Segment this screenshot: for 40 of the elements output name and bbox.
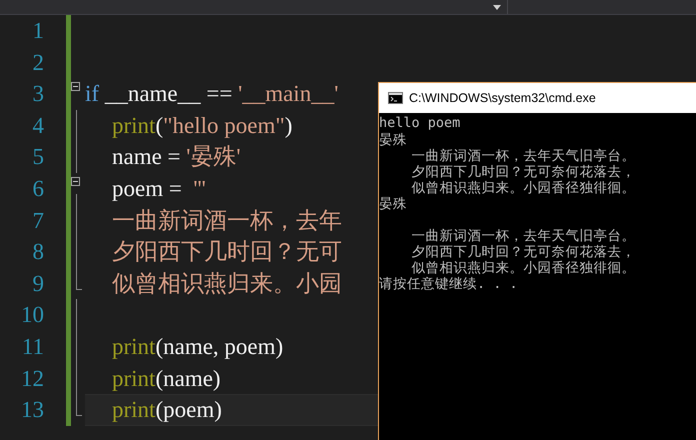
- collapse-icon[interactable]: [71, 82, 80, 92]
- console-output-line: 晏殊: [379, 132, 407, 148]
- code-line: print(name, poem): [111, 332, 284, 361]
- line-number: 13: [21, 397, 44, 422]
- line-number: 5: [32, 144, 44, 170]
- code-line: poem = ''': [111, 174, 206, 203]
- console-output-line: 晏殊: [379, 196, 407, 212]
- code-line: print(poem): [111, 396, 222, 424]
- code-line: name = '晏殊': [111, 143, 241, 172]
- window-title: C:\WINDOWS\system32\cmd.exe: [409, 91, 596, 105]
- console-output-line: 夕阳西下几时回？无可奈何花落去，: [410, 244, 636, 260]
- line-number: 4: [32, 112, 44, 138]
- fold-end-line: [76, 268, 82, 290]
- line-number: 7: [32, 208, 44, 233]
- line-number: 11: [22, 334, 44, 359]
- console-icon: [388, 92, 403, 104]
- console-output-line: 一曲新词酒一杯，去年天气旧亭台。: [410, 228, 636, 244]
- line-number: 3: [32, 81, 44, 106]
- line-number: 2: [32, 50, 44, 75]
- line-number: 6: [32, 176, 44, 201]
- line-number: 9: [32, 270, 44, 296]
- fold-end-line: [76, 394, 82, 416]
- console-output-line: hello poem: [379, 115, 460, 131]
- console-output-line: 请按任意键继续. . .: [379, 276, 518, 292]
- console-output-line: 似曾相识燕归来。小园香径独徘徊。: [410, 180, 636, 196]
- line-number: 12: [21, 366, 44, 391]
- console-output-line: 夕阳西下几时回？无可奈何花落去，: [410, 164, 636, 180]
- code-line: 夕阳西下几时回？无可: [111, 238, 342, 266]
- collapse-icon[interactable]: [71, 176, 80, 186]
- code-line: print(name): [111, 364, 221, 393]
- line-number: 8: [32, 239, 44, 264]
- line-number: 10: [21, 302, 44, 328]
- code-line: print("hello poem"): [111, 112, 292, 140]
- line-number: 1: [32, 18, 44, 43]
- code-line: if __name__ == '__main__': [85, 80, 338, 108]
- console-output-line: 似曾相识燕归来。小园香径独徘徊。: [410, 260, 636, 276]
- console-output-line: 一曲新词酒一杯，去年天气旧亭台。: [410, 148, 636, 164]
- code-line: 一曲新词酒一杯，去年: [111, 206, 342, 235]
- code-line: 似曾相识燕归来。小园: [111, 270, 342, 298]
- dropdown-caret-icon[interactable]: [493, 4, 501, 10]
